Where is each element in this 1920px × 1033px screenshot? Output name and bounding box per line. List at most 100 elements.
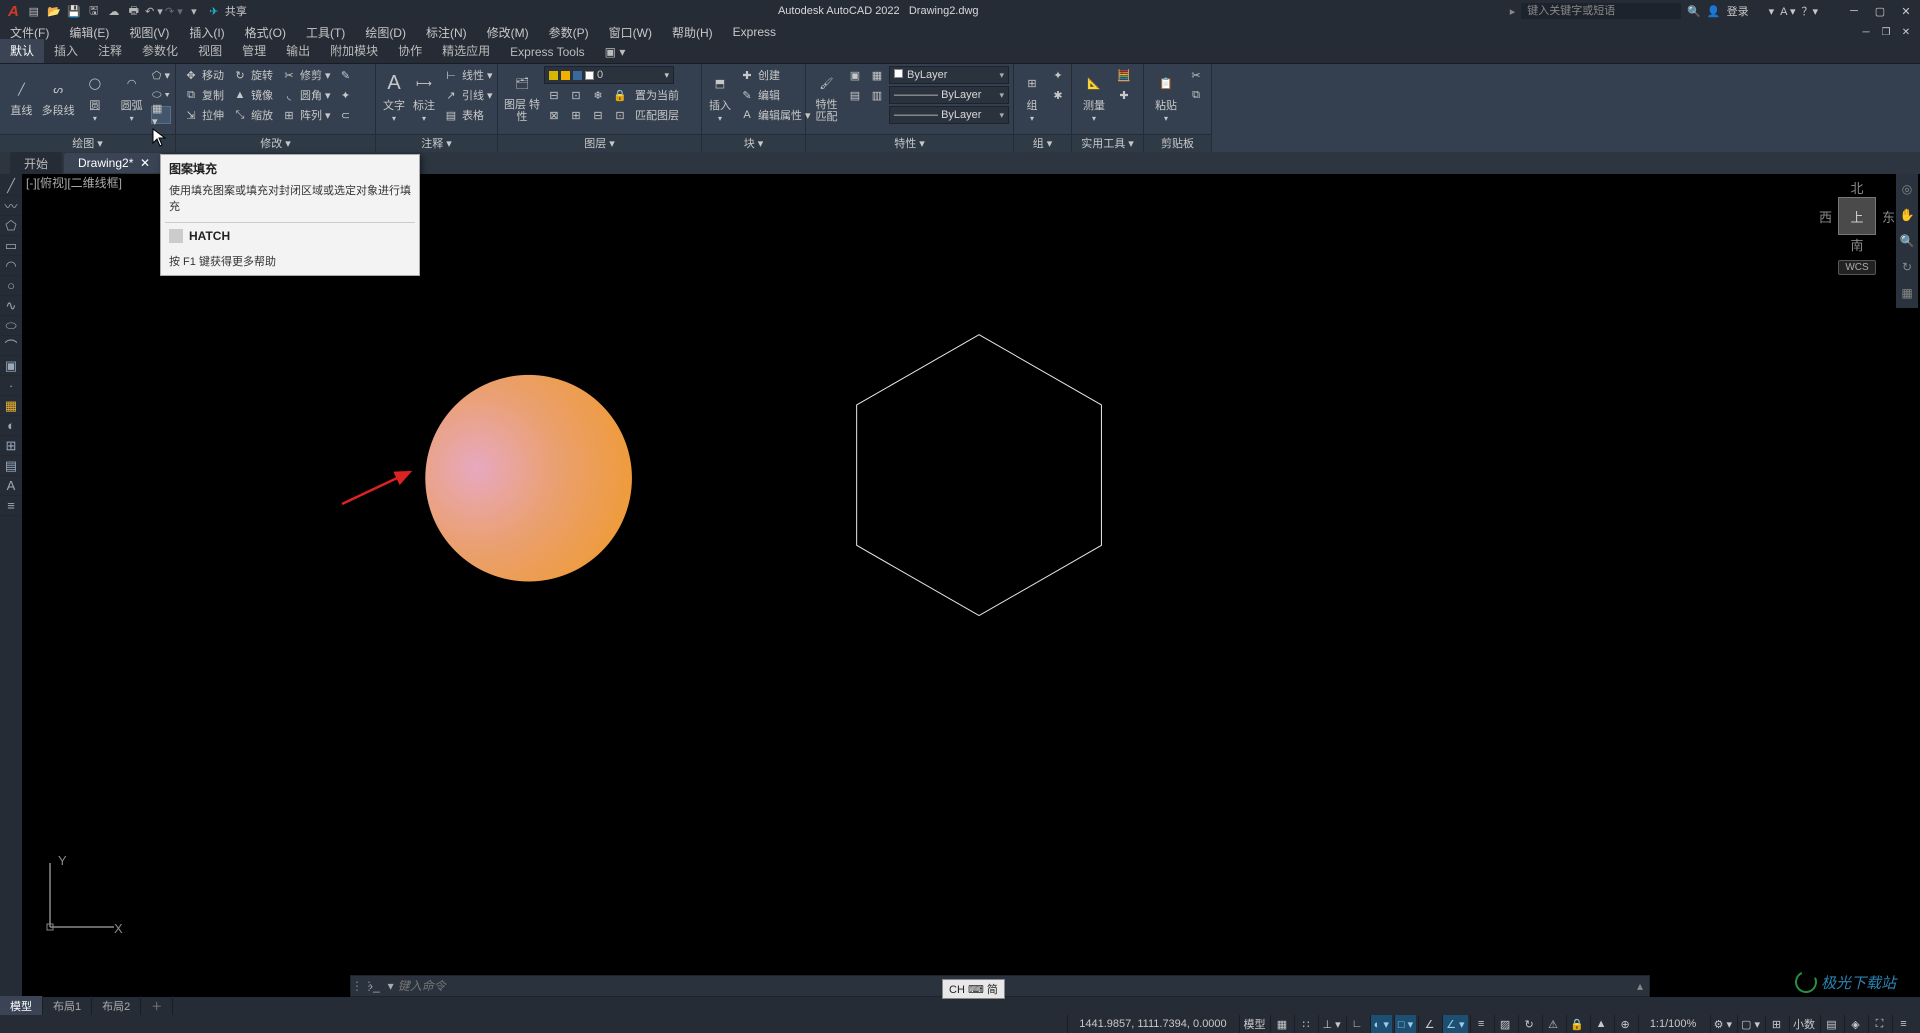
tool-circle-icon[interactable]: ○ xyxy=(0,276,22,296)
status-coords[interactable]: 1441.9857, 1111.7394, 0.0000 xyxy=(1067,1015,1237,1033)
linetype-dropdown[interactable]: ———— ByLayer xyxy=(889,106,1009,124)
doc-close-button[interactable]: ✕ xyxy=(1898,27,1914,38)
line-button[interactable]: ╱直线 xyxy=(4,66,39,124)
group-button[interactable]: ⊞组▾ xyxy=(1018,66,1046,124)
login-label[interactable]: 登录 xyxy=(1727,3,1749,19)
util-b-icon[interactable]: ✚ xyxy=(1114,86,1134,104)
block-create-button[interactable]: ✚创建 xyxy=(736,66,814,84)
prop-b-icon[interactable]: ▦ xyxy=(867,66,887,84)
menu-edit[interactable]: 编辑(E) xyxy=(59,24,119,41)
drawing-canvas[interactable] xyxy=(22,174,1908,997)
menu-modify[interactable]: 修改(M) xyxy=(477,24,539,41)
tool-text2-icon[interactable]: A xyxy=(0,476,22,496)
status-transparency-icon[interactable]: ▨ xyxy=(1494,1015,1516,1033)
command-input[interactable] xyxy=(398,979,1631,993)
layout-tab-1[interactable]: 布局1 xyxy=(43,996,92,1016)
mirror-button[interactable]: ▲镜像 xyxy=(229,86,276,104)
status-osnap-icon[interactable]: □ ▾ xyxy=(1394,1015,1416,1033)
nav-wheel-icon[interactable]: ◎ xyxy=(1896,178,1918,200)
layer-d-icon[interactable]: ⊡ xyxy=(610,106,630,124)
layer-properties-button[interactable]: 🗂图层 特性 xyxy=(502,66,542,124)
status-ortho-icon[interactable]: ∟ xyxy=(1346,1015,1368,1033)
status-annomonitor-icon[interactable]: ⚠ xyxy=(1542,1015,1564,1033)
erase-icon[interactable]: ✎ xyxy=(336,66,356,84)
block-edit-button[interactable]: ✎编辑 xyxy=(736,86,814,104)
status-cycle-icon[interactable]: ↻ xyxy=(1518,1015,1540,1033)
tool-rect-icon[interactable]: ▭ xyxy=(0,236,22,256)
status-fullscreen-icon[interactable]: ⛶ xyxy=(1868,1015,1890,1033)
polygon-icon[interactable]: ⬠ ▾ xyxy=(151,66,171,84)
tab-addins[interactable]: 附加模块 xyxy=(320,39,388,63)
qat-dropdown-icon[interactable]: ▾ xyxy=(185,2,203,20)
scale-button[interactable]: ⤡缩放 xyxy=(229,106,276,124)
cmdline-history-icon[interactable]: ›_ xyxy=(369,979,380,993)
arc-button[interactable]: ◠圆弧▾ xyxy=(114,66,149,124)
status-3dosnap-icon[interactable]: ∠ xyxy=(1418,1015,1440,1033)
layer-off-icon[interactable]: ⊡ xyxy=(566,86,586,104)
file-tab-start[interactable]: 开始 xyxy=(10,152,62,175)
cut-icon[interactable]: ✂ xyxy=(1186,66,1206,84)
ime-badge[interactable]: CH ⌨ 简 xyxy=(942,979,1005,999)
qat-plot-icon[interactable]: 🖶 xyxy=(125,2,143,20)
circle-button[interactable]: ◯圆▾ xyxy=(78,66,113,124)
panel-title-util[interactable]: 实用工具 ▾ xyxy=(1072,134,1143,152)
panel-title-draw[interactable]: 绘图 ▾ xyxy=(0,134,175,152)
tool-hatch-icon[interactable]: ▦ xyxy=(0,396,22,416)
prop-d-icon[interactable]: ▥ xyxy=(867,86,887,104)
nav-showmotion-icon[interactable]: ▦ xyxy=(1896,282,1918,304)
trim-button[interactable]: ✂修剪 ▾ xyxy=(278,66,334,84)
qat-new-icon[interactable]: ▤ xyxy=(25,2,43,20)
paste-button[interactable]: 📋粘贴▾ xyxy=(1148,66,1184,124)
layer-match-button[interactable]: 匹配图层 xyxy=(632,106,682,124)
menu-file[interactable]: 文件(F) xyxy=(0,24,59,41)
layer-dropdown[interactable]: 0 ▾ xyxy=(544,66,674,84)
panel-title-clip[interactable]: 剪贴板 xyxy=(1144,134,1211,152)
minimize-button[interactable]: ─ xyxy=(1844,1,1864,21)
layout-tab-add[interactable]: ＋ xyxy=(141,996,173,1016)
status-otrack-icon[interactable]: ∠ ▾ xyxy=(1442,1015,1467,1033)
menu-param[interactable]: 参数(P) xyxy=(539,24,599,41)
copy-button[interactable]: ⧉复制 xyxy=(180,86,227,104)
layer-a-icon[interactable]: ⊠ xyxy=(544,106,564,124)
close-button[interactable]: ✕ xyxy=(1896,1,1916,21)
status-dyn-icon[interactable]: ⊕ xyxy=(1614,1015,1636,1033)
tool-line-icon[interactable]: ╱ xyxy=(0,176,22,196)
prop-a-icon[interactable]: ▣ xyxy=(845,66,865,84)
ungroup-icon[interactable]: ✦ xyxy=(1048,66,1068,84)
layer-iso-icon[interactable]: ⊟ xyxy=(544,86,564,104)
menu-insert[interactable]: 插入(I) xyxy=(179,24,234,41)
qat-saveas-icon[interactable]: 🖫 xyxy=(85,2,103,20)
appstore-icon[interactable]: A ▾ xyxy=(1780,5,1795,18)
prop-c-icon[interactable]: ▤ xyxy=(845,86,865,104)
leader-button[interactable]: ↗引线 ▾ xyxy=(440,86,496,104)
status-gear-icon[interactable]: ⚙ ▾ xyxy=(1710,1015,1735,1033)
maximize-button[interactable]: ▢ xyxy=(1870,1,1890,21)
status-snap-icon[interactable]: ∷ xyxy=(1294,1015,1316,1033)
lineweight-dropdown[interactable]: ———— ByLayer xyxy=(889,86,1009,104)
status-clean-icon[interactable]: ◈ xyxy=(1844,1015,1866,1033)
layer-b-icon[interactable]: ⊞ xyxy=(566,106,586,124)
match-prop-button[interactable]: 🖌特性 匹配 xyxy=(810,66,843,124)
fillet-button[interactable]: ◟圆角 ▾ xyxy=(278,86,334,104)
insert-block-button[interactable]: ⬒插入▾ xyxy=(706,66,734,124)
layer-setcurrent-button[interactable]: 置为当前 xyxy=(632,86,682,104)
status-model[interactable]: 模型 xyxy=(1239,1015,1268,1033)
panel-title-anno[interactable]: 注释 ▾ xyxy=(376,134,497,152)
tool-arc-icon[interactable]: ◠ xyxy=(0,256,22,276)
text-button[interactable]: A文字▾ xyxy=(380,66,408,124)
status-scale[interactable]: 1:1/100% xyxy=(1638,1015,1708,1033)
menu-tools[interactable]: 工具(T) xyxy=(296,24,355,41)
layer-thaw-icon[interactable]: ❄ xyxy=(588,86,608,104)
tab-manage[interactable]: 管理 xyxy=(232,39,276,63)
menu-draw[interactable]: 绘图(D) xyxy=(355,24,416,41)
tool-table2-icon[interactable]: ▤ xyxy=(0,456,22,476)
measure-button[interactable]: 📐测量▾ xyxy=(1076,66,1112,124)
cmdline-expand-icon[interactable]: ▴ xyxy=(1631,979,1649,993)
status-viewport-icon[interactable]: ▢ ▾ xyxy=(1737,1015,1763,1033)
tab-parametric[interactable]: 参数化 xyxy=(132,39,188,63)
tab-collab[interactable]: 协作 xyxy=(388,39,432,63)
hexagon-shape[interactable] xyxy=(857,335,1102,616)
menu-format[interactable]: 格式(O) xyxy=(235,24,296,41)
layer-c-icon[interactable]: ⊟ xyxy=(588,106,608,124)
qat-undo-icon[interactable]: ↶ ▾ xyxy=(145,2,163,20)
